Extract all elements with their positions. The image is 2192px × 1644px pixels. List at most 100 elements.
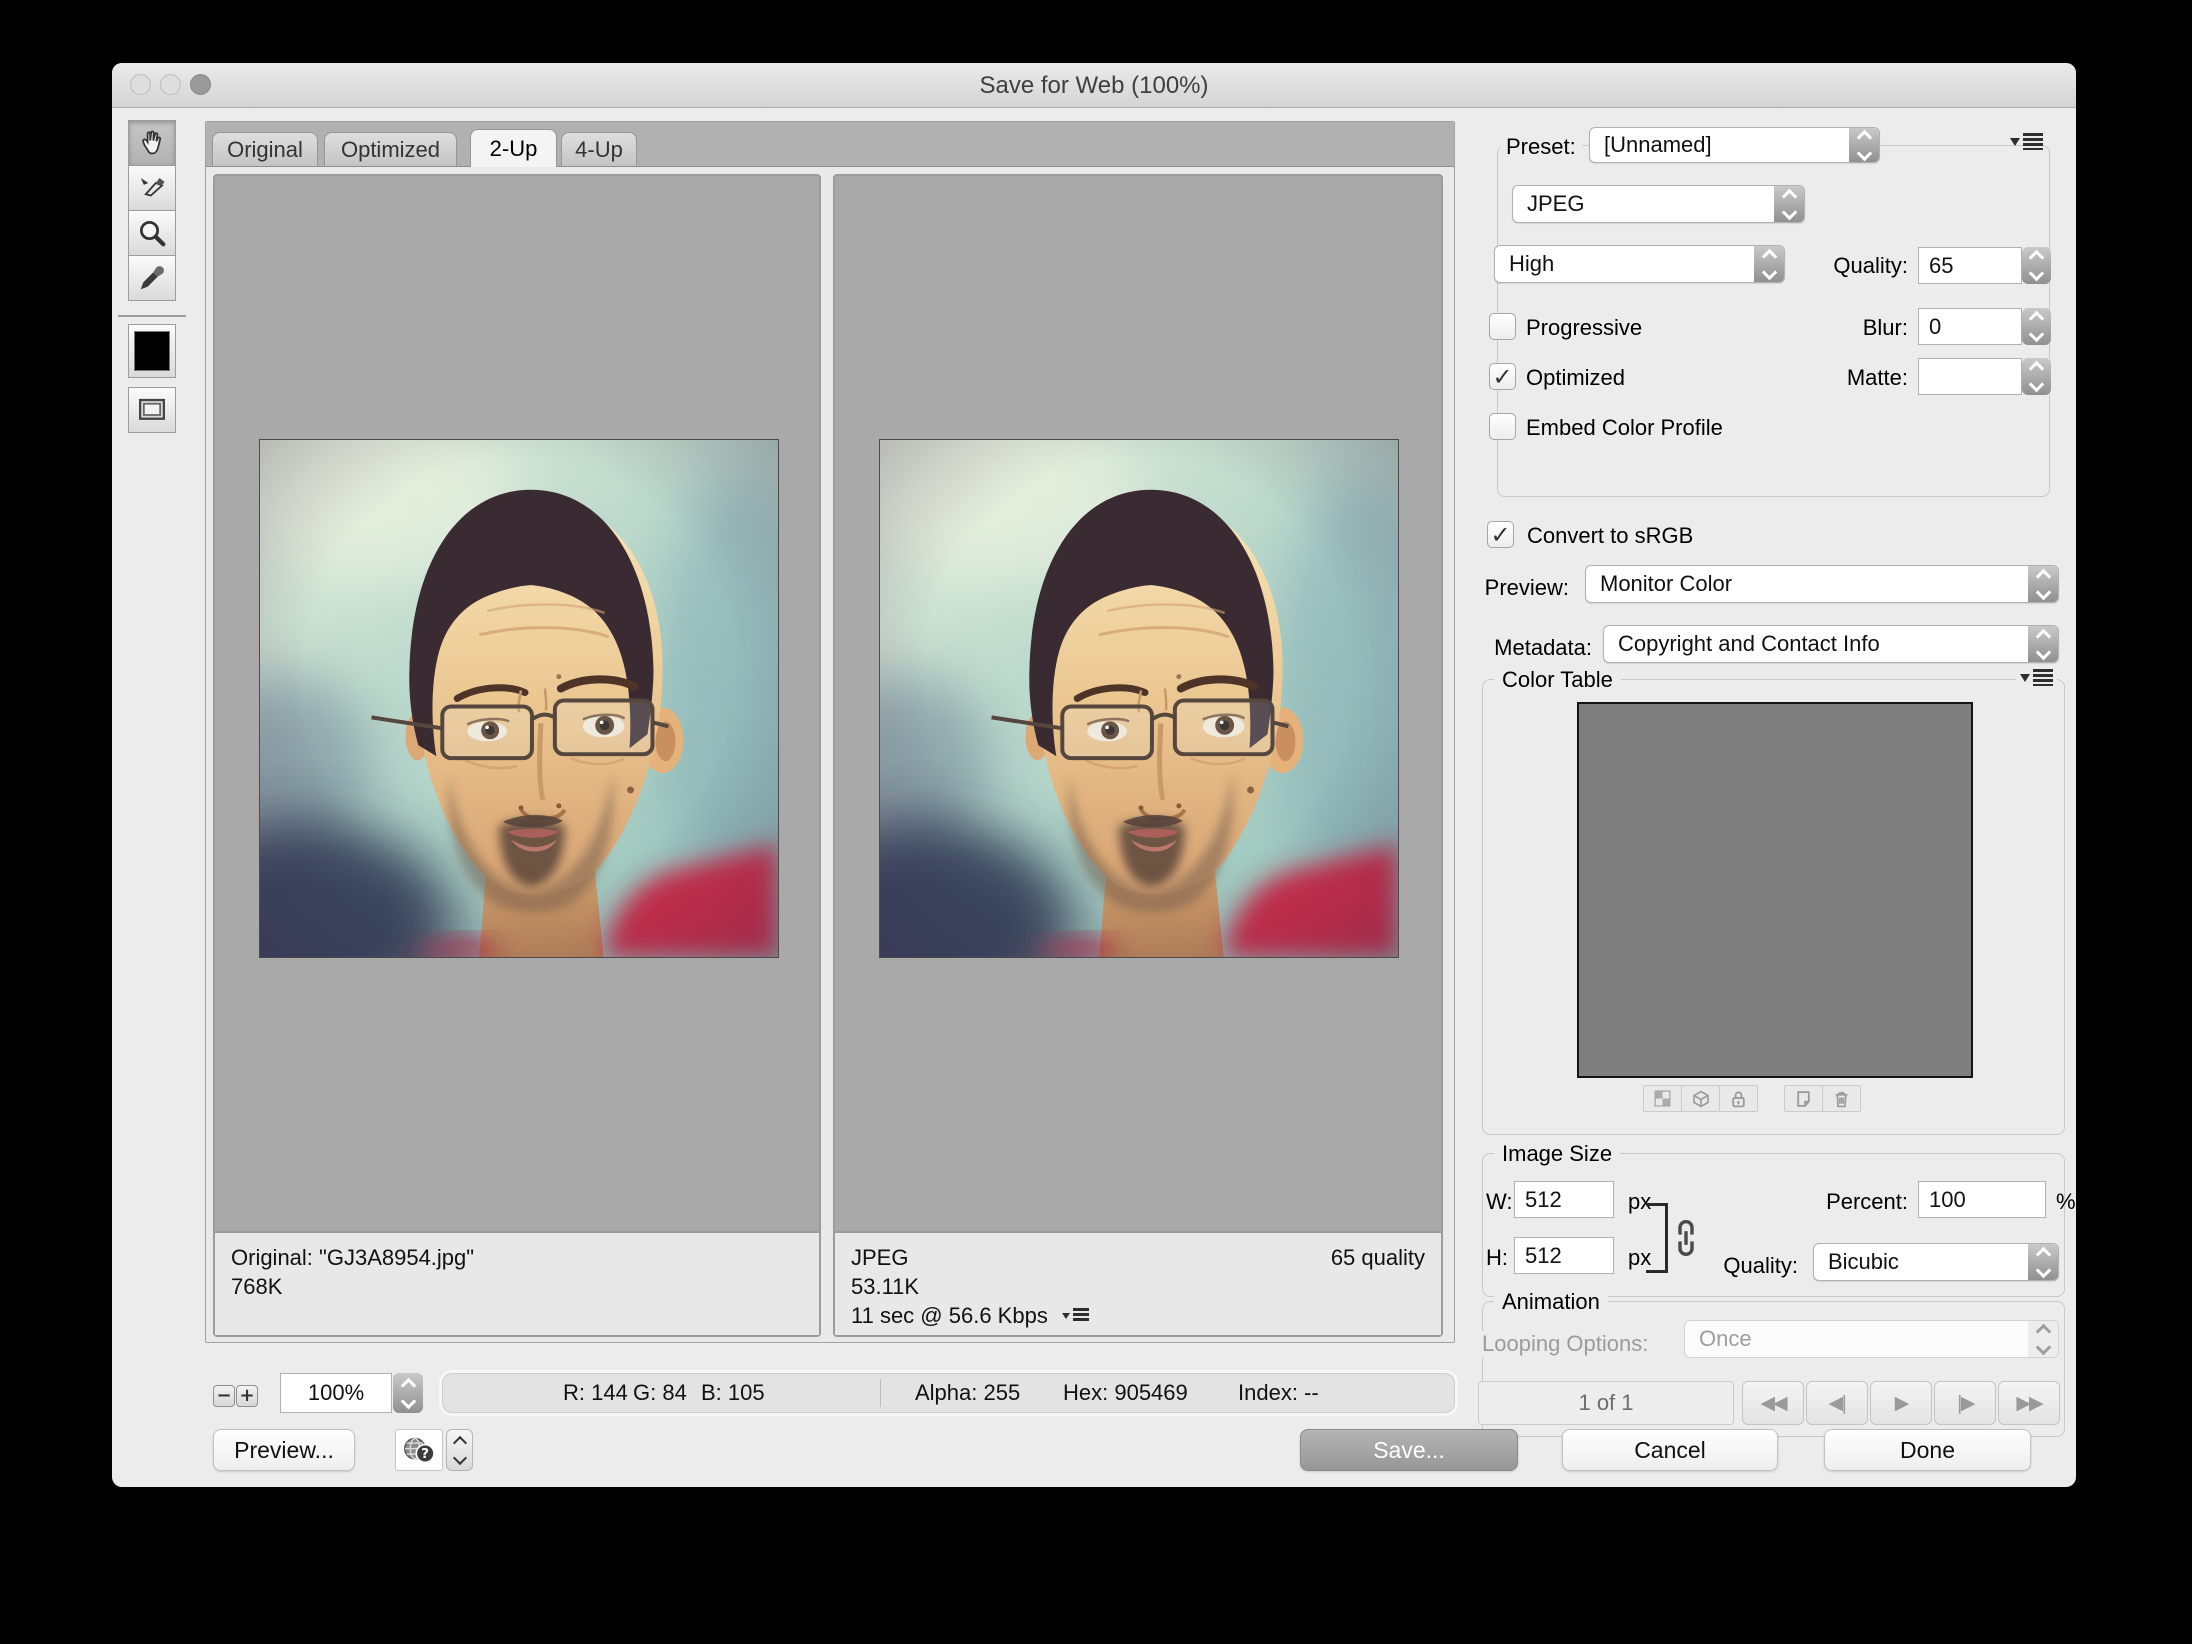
- quality-field[interactable]: 65: [1918, 247, 2022, 284]
- original-image[interactable]: [259, 439, 779, 958]
- frame-counter: 1 of 1: [1478, 1381, 1734, 1425]
- looping-options-label: Looping Options:: [1478, 1331, 1652, 1357]
- convert-srgb-checkbox[interactable]: ✓: [1487, 521, 1514, 548]
- optimized-rate-row: 11 sec @ 56.6 Kbps: [851, 1301, 1425, 1330]
- download-rate-menu-icon[interactable]: [1062, 1308, 1089, 1323]
- matte-label: Matte:: [1752, 365, 1908, 391]
- eyedropper-tool-button[interactable]: [128, 255, 176, 301]
- web-shift-button[interactable]: [1681, 1085, 1720, 1112]
- original-pane[interactable]: Original: "GJ3A8954.jpg" 768K: [213, 174, 821, 1337]
- matte-field[interactable]: [1918, 358, 2022, 395]
- convert-srgb-label: Convert to sRGB: [1527, 523, 1693, 549]
- optimized-checkbox[interactable]: ✓: [1489, 363, 1516, 390]
- cancel-button[interactable]: Cancel: [1562, 1429, 1778, 1471]
- zoom-in-button[interactable]: +: [236, 1385, 258, 1407]
- last-frame-button[interactable]: ▶▶: [1998, 1381, 2060, 1425]
- width-field[interactable]: 512: [1514, 1181, 1614, 1218]
- preset-menu-button[interactable]: [2010, 133, 2043, 151]
- trash-icon: [1833, 1090, 1850, 1108]
- hex-readout: Hex: 905469: [1063, 1374, 1188, 1412]
- compression-level-value: High: [1495, 246, 1754, 282]
- new-color-button[interactable]: [1784, 1085, 1823, 1112]
- save-button[interactable]: Save...: [1300, 1429, 1518, 1471]
- preset-select[interactable]: [Unnamed]: [1589, 127, 1880, 163]
- preview-in-browser-button[interactable]: Preview...: [213, 1429, 355, 1471]
- readout-divider: [880, 1379, 881, 1407]
- preview-select[interactable]: Monitor Color: [1585, 565, 2059, 603]
- color-readout-bar: R: 144 G: 84 B: 105 Alpha: 255 Hex: 9054…: [442, 1373, 1455, 1413]
- browser-globe-icon: ?: [401, 1435, 437, 1465]
- toggle-slices-visibility-button[interactable]: [128, 387, 176, 433]
- play-button[interactable]: ▶: [1870, 1381, 1932, 1425]
- format-stepper-icon: [1774, 186, 1804, 222]
- progressive-checkbox[interactable]: [1489, 313, 1516, 340]
- slice-select-tool-button[interactable]: [128, 165, 176, 211]
- progressive-label: Progressive: [1526, 315, 1642, 341]
- menu-triangle-icon: [2010, 138, 2020, 151]
- resample-quality-select[interactable]: Bicubic: [1813, 1243, 2059, 1281]
- browser-preview-button[interactable]: ?: [395, 1429, 443, 1471]
- metadata-select[interactable]: Copyright and Contact Info: [1603, 625, 2059, 663]
- embed-color-profile-checkbox[interactable]: [1489, 413, 1516, 440]
- window-title: Save for Web (100%): [112, 72, 2076, 100]
- eyedropper-icon: [137, 263, 167, 293]
- view-tabs: Original Optimized 2-Up 4-Up: [206, 122, 1454, 167]
- blur-field[interactable]: 0: [1918, 308, 2022, 345]
- menu-lines-icon: [2023, 133, 2043, 150]
- looping-options-select[interactable]: Once: [1684, 1320, 2059, 1358]
- color-table-menu-button[interactable]: [2016, 669, 2057, 687]
- tab-2up[interactable]: 2-Up: [470, 129, 557, 167]
- compression-level-select[interactable]: High: [1494, 245, 1785, 283]
- optimized-pane[interactable]: 65 quality JPEG 53.11K 11 sec @ 56.6 Kbp…: [833, 174, 1443, 1337]
- map-transparency-button[interactable]: [1643, 1085, 1682, 1112]
- embed-color-profile-label: Embed Color Profile: [1526, 415, 1723, 441]
- matte-stepper[interactable]: [2022, 358, 2051, 395]
- resample-quality-label: Quality:: [1642, 1253, 1798, 1279]
- swatch-color: [134, 331, 170, 371]
- tab-original[interactable]: Original: [212, 132, 318, 166]
- resample-quality-value: Bicubic: [1814, 1244, 2028, 1280]
- metadata-value: Copyright and Contact Info: [1604, 626, 2028, 662]
- quality-label: Quality:: [1752, 253, 1908, 279]
- toolbar-divider: [118, 315, 186, 317]
- alpha-readout: Alpha: 255: [915, 1374, 1020, 1412]
- metadata-label: Metadata:: [1422, 635, 1592, 661]
- blur-label: Blur:: [1752, 315, 1908, 341]
- eyedropper-color-swatch[interactable]: [128, 324, 176, 378]
- done-button[interactable]: Done: [1824, 1429, 2031, 1471]
- resample-stepper-icon: [2028, 1244, 2058, 1280]
- tab-optimized[interactable]: Optimized: [324, 132, 457, 166]
- optimized-rate: 11 sec @ 56.6 Kbps: [851, 1301, 1048, 1330]
- zoom-level-field[interactable]: 100%: [280, 1373, 392, 1413]
- color-table-swatches[interactable]: [1577, 702, 1973, 1078]
- next-frame-button[interactable]: |▶: [1934, 1381, 1996, 1425]
- zoom-level-stepper[interactable]: [393, 1373, 423, 1413]
- format-value: JPEG: [1513, 186, 1774, 222]
- zoom-tool-button[interactable]: [128, 210, 176, 256]
- format-select[interactable]: JPEG: [1512, 185, 1805, 223]
- previous-frame-button[interactable]: ◀|: [1806, 1381, 1868, 1425]
- lock-icon: [1730, 1090, 1747, 1108]
- quality-stepper[interactable]: [2022, 247, 2051, 284]
- delete-color-button[interactable]: [1822, 1085, 1861, 1112]
- height-field[interactable]: 512: [1514, 1237, 1614, 1274]
- magnifier-icon: [137, 218, 167, 248]
- cube-icon: [1692, 1090, 1710, 1108]
- looping-options-value: Once: [1685, 1321, 2028, 1357]
- optimized-image[interactable]: [879, 439, 1399, 958]
- first-frame-button[interactable]: ◀◀: [1742, 1381, 1804, 1425]
- tab-4up[interactable]: 4-Up: [561, 132, 637, 166]
- height-label: H:: [1486, 1245, 1508, 1271]
- browser-select-stepper[interactable]: [446, 1429, 473, 1471]
- hand-tool-button[interactable]: [128, 120, 176, 166]
- zoom-out-button[interactable]: −: [213, 1385, 235, 1407]
- link-chain-icon[interactable]: [1674, 1219, 1698, 1257]
- optimized-quality: 65 quality: [1331, 1243, 1425, 1272]
- preset-stepper-icon: [1849, 128, 1879, 162]
- green-readout: G: 84: [633, 1374, 687, 1412]
- blur-stepper[interactable]: [2022, 308, 2051, 345]
- titlebar[interactable]: Save for Web (100%): [112, 63, 2076, 108]
- lock-color-button[interactable]: [1719, 1085, 1758, 1112]
- screen: { "window": { "title": "Save for Web (10…: [0, 0, 2192, 1644]
- percent-field[interactable]: 100: [1918, 1181, 2046, 1218]
